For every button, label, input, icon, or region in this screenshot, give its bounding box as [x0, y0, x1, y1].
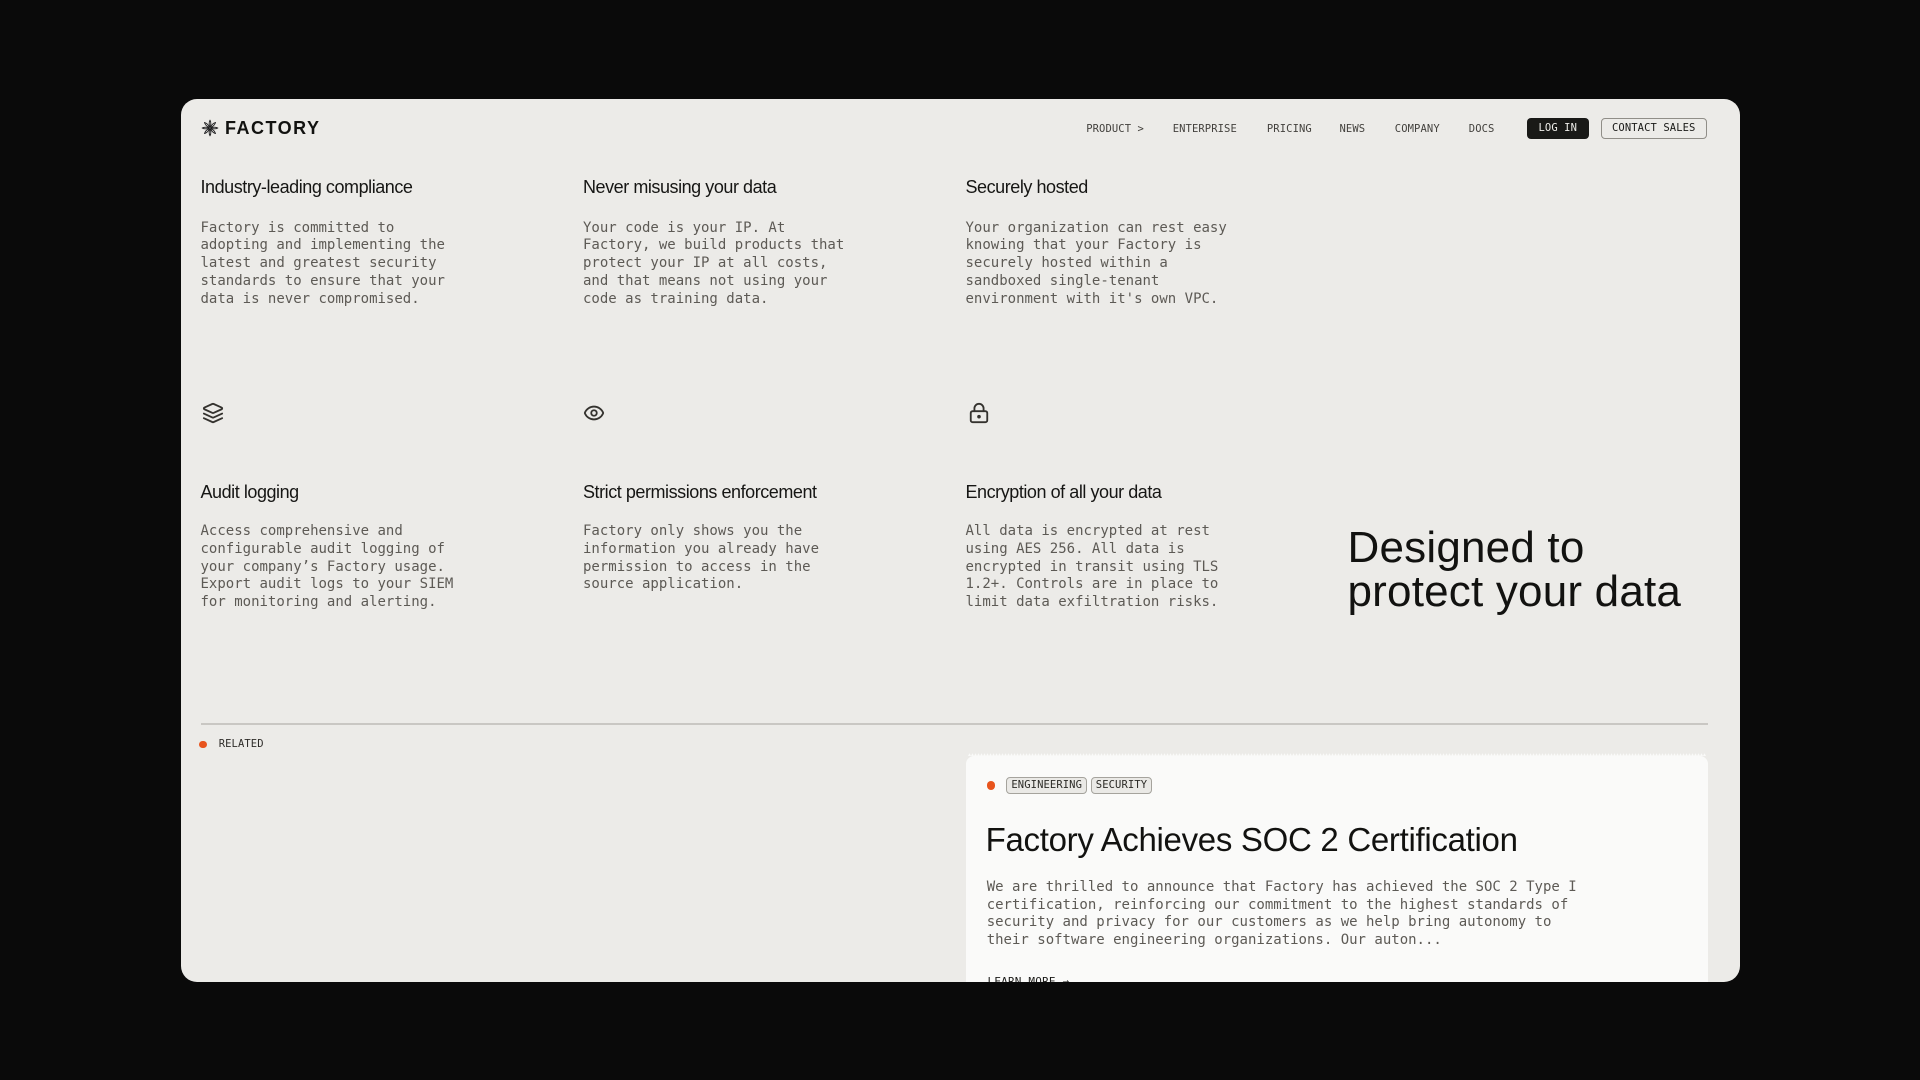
divider — [201, 723, 1709, 725]
login-button[interactable]: LOG IN — [1527, 118, 1589, 139]
feature-body-data-misuse: Your code is your IP. At Factory, we bui… — [583, 220, 848, 309]
page-card: FACTORY PRODUCT > ENTERPRISE PRICING NEW… — [181, 99, 1740, 982]
learn-more-link[interactable]: LEARN MORE → — [988, 975, 1070, 982]
section-heading: Designed to protect your data — [1348, 526, 1710, 614]
related-label: RELATED — [219, 738, 264, 751]
eye-icon — [583, 402, 605, 424]
nav-item-product[interactable]: PRODUCT > — [1086, 122, 1144, 136]
feature-body-compliance: Factory is committed to adopting and imp… — [201, 220, 466, 309]
feature-title-hosting: Securely hosted — [966, 176, 1306, 198]
feature-body-permissions: Factory only shows you the information y… — [583, 523, 848, 594]
nav-item-pricing[interactable]: PRICING — [1267, 122, 1312, 136]
feature-title-compliance: Industry-leading compliance — [201, 176, 541, 198]
feature-title-encryption: Encryption of all your data — [966, 481, 1306, 503]
news-title[interactable]: Factory Achieves SOC 2 Certification — [986, 820, 1518, 860]
nav-item-news[interactable]: NEWS — [1340, 122, 1366, 136]
factory-logo-icon — [201, 119, 219, 137]
related-dot-icon — [199, 741, 207, 749]
news-excerpt: We are thrilled to announce that Factory… — [987, 879, 1599, 950]
feature-body-hosting: Your organization can rest easy knowing … — [966, 220, 1231, 309]
brand-wordmark: FACTORY — [225, 118, 321, 138]
news-dot-icon — [987, 781, 996, 790]
feature-title-data-misuse: Never misusing your data — [583, 176, 923, 198]
feature-body-audit: Access comprehensive and configurable au… — [201, 523, 466, 612]
nav-item-docs[interactable]: DOCS — [1469, 122, 1495, 136]
feature-title-permissions: Strict permissions enforcement — [583, 481, 923, 503]
contact-sales-button[interactable]: CONTACT SALES — [1601, 118, 1707, 139]
feature-title-audit: Audit logging — [201, 481, 541, 503]
tag-engineering[interactable]: ENGINEERING — [1006, 777, 1087, 794]
nav-item-company[interactable]: COMPANY — [1395, 122, 1440, 136]
serrated-edge — [968, 753, 1706, 756]
layers-icon — [202, 402, 224, 424]
nav-item-enterprise[interactable]: ENTERPRISE — [1173, 122, 1237, 136]
feature-body-encryption: All data is encrypted at rest using AES … — [966, 523, 1231, 612]
tag-security[interactable]: SECURITY — [1091, 777, 1152, 794]
lock-keyhole-icon — [968, 402, 990, 424]
